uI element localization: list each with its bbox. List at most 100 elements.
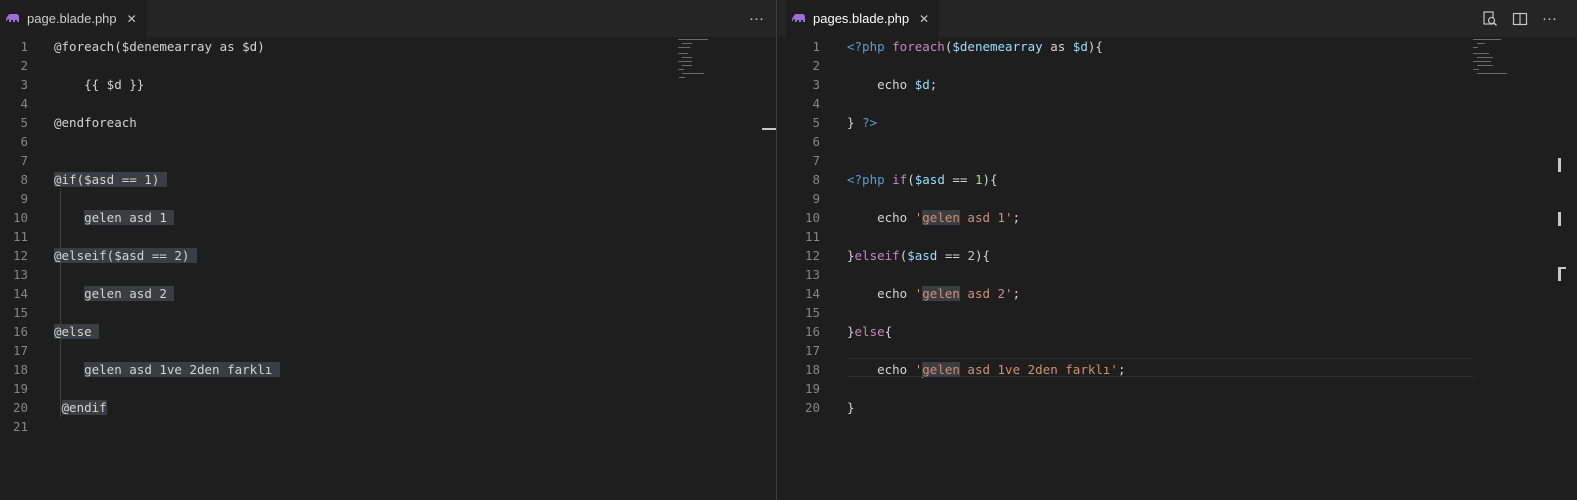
line-text: {{ $d }}	[54, 75, 144, 94]
line-number: 15	[12, 305, 28, 320]
code-line[interactable]: 20}	[778, 398, 1577, 417]
code-line[interactable]: 10 gelen asd 1	[0, 208, 776, 227]
code-line[interactable]: 11	[778, 227, 1577, 246]
code-line[interactable]: 20 @endif	[0, 398, 776, 417]
code-line[interactable]: 7	[0, 151, 776, 170]
line-number: 17	[804, 343, 820, 358]
code-line[interactable]: 16}else{	[778, 322, 1577, 341]
code-line[interactable]: 18 gelen asd 1ve 2den farklı	[0, 360, 776, 379]
code-token: }	[847, 248, 855, 263]
php-elephant-icon	[6, 13, 19, 22]
code-token: echo	[847, 362, 915, 377]
line-number: 11	[12, 229, 28, 244]
line-number: 6	[20, 134, 28, 149]
code-line[interactable]: 2	[778, 56, 1577, 75]
close-icon[interactable]: ✕	[127, 12, 137, 26]
code-line[interactable]: 4	[0, 94, 776, 113]
line-number: 5	[20, 115, 28, 130]
line-text: echo 'gelen asd 2';	[847, 284, 1020, 303]
code-line[interactable]: 6	[778, 132, 1577, 151]
code-line[interactable]: 5 @endforeach	[0, 113, 776, 132]
line-text: echo $d;	[847, 75, 937, 94]
code-line[interactable]: 15	[778, 303, 1577, 322]
code-line[interactable]: 1 @foreach($denemearray as $d)	[0, 37, 776, 56]
code-line[interactable]: 7	[778, 151, 1577, 170]
code-token: gelen	[922, 286, 960, 301]
line-text: gelen asd 1	[54, 208, 175, 227]
code-line[interactable]: 15	[0, 303, 776, 322]
code-line[interactable]: 13	[0, 265, 776, 284]
tab-title: page.blade.php	[27, 11, 117, 26]
code-line[interactable]: 18 echo 'gelen asd 1ve 2den farklı';	[778, 360, 1577, 379]
line-number: 7	[20, 153, 28, 168]
code-line[interactable]: 9	[778, 189, 1577, 208]
line-number: 13	[12, 267, 28, 282]
code-line[interactable]: 13	[778, 265, 1577, 284]
code-line[interactable]: 17	[778, 341, 1577, 360]
code-token: @endforeach	[54, 115, 137, 130]
more-actions-icon[interactable]: ···	[749, 10, 764, 27]
code-line[interactable]: 3 {{ $d }}	[0, 75, 776, 94]
code-editor[interactable]: 1 @foreach($denemearray as $d) 2 3 {{ $d }}…	[0, 37, 776, 500]
line-number: 18	[804, 362, 820, 377]
split-editor-icon[interactable]	[1512, 11, 1528, 27]
line-text: }	[847, 398, 855, 417]
line-text: }else{	[847, 322, 892, 341]
open-changes-icon[interactable]	[1482, 10, 1498, 27]
code-line[interactable]: 10 echo 'gelen asd 1';	[778, 208, 1577, 227]
line-number: 12	[804, 248, 820, 263]
code-line[interactable]: 17	[0, 341, 776, 360]
line-number: 8	[812, 172, 820, 187]
code-line[interactable]: 12 }elseif($asd == 2){	[778, 246, 1577, 265]
code-line[interactable]: 11	[0, 227, 776, 246]
line-text: }elseif($asd == 2){	[847, 246, 990, 265]
line-number: 4	[812, 96, 820, 111]
code-editor[interactable]: 1 <?php foreach($denemearray as $d){ 2 3 ec…	[778, 37, 1577, 500]
line-text: @if($asd == 1)	[54, 170, 167, 189]
line-number: 2	[812, 58, 820, 73]
code-token: @if($asd == 1)	[54, 172, 167, 187]
code-token: <?php	[847, 172, 893, 187]
tab-page-blade[interactable]: page.blade.php ✕	[0, 0, 147, 37]
code-line[interactable]: 21	[0, 417, 776, 436]
close-icon[interactable]: ✕	[919, 12, 929, 26]
code-line[interactable]: 16 @else	[0, 322, 776, 341]
code-line[interactable]: 4	[778, 94, 1577, 113]
line-text: echo 'gelen asd 1';	[847, 208, 1020, 227]
code-token: echo	[847, 77, 915, 92]
code-line[interactable]: 2	[0, 56, 776, 75]
code-line[interactable]: 8 @if($asd == 1)	[0, 170, 776, 189]
line-number: 3	[20, 77, 28, 92]
line-number: 3	[812, 77, 820, 92]
line-number: 7	[812, 153, 820, 168]
code-token: }	[847, 324, 855, 339]
line-number: 9	[812, 191, 820, 206]
code-line[interactable]: 5} ?>	[778, 113, 1577, 132]
code-token: $d	[1072, 39, 1088, 54]
code-line[interactable]: 8 <?php if($asd == 1){	[778, 170, 1577, 189]
line-text: @else	[54, 322, 100, 341]
code-line[interactable]: 14 echo 'gelen asd 2';	[778, 284, 1577, 303]
line-number: 21	[12, 419, 28, 434]
code-line[interactable]: 1 <?php foreach($denemearray as $d){	[778, 37, 1577, 56]
code-line[interactable]: 6	[0, 132, 776, 151]
code-token: $d	[914, 77, 930, 92]
line-number: 5	[812, 115, 820, 130]
line-number: 17	[12, 343, 28, 358]
code-line[interactable]: 3 echo $d;	[778, 75, 1577, 94]
code-line[interactable]: 9	[0, 189, 776, 208]
code-line[interactable]: 19	[778, 379, 1577, 398]
more-actions-icon[interactable]: ···	[1542, 10, 1557, 27]
line-number: 16	[12, 324, 28, 339]
line-number: 10	[804, 210, 820, 225]
code-line[interactable]: 14 gelen asd 2	[0, 284, 776, 303]
code-line[interactable]: 19	[0, 379, 776, 398]
code-token: ;	[929, 77, 938, 92]
code-token: ==	[944, 172, 975, 187]
editor-actions: ···	[749, 0, 764, 37]
code-token: <?php	[847, 39, 893, 54]
code-line[interactable]: 12 @elseif($asd == 2)	[0, 246, 776, 265]
line-number: 11	[804, 229, 820, 244]
tab-pages-blade[interactable]: pages.blade.php ✕	[786, 0, 940, 37]
